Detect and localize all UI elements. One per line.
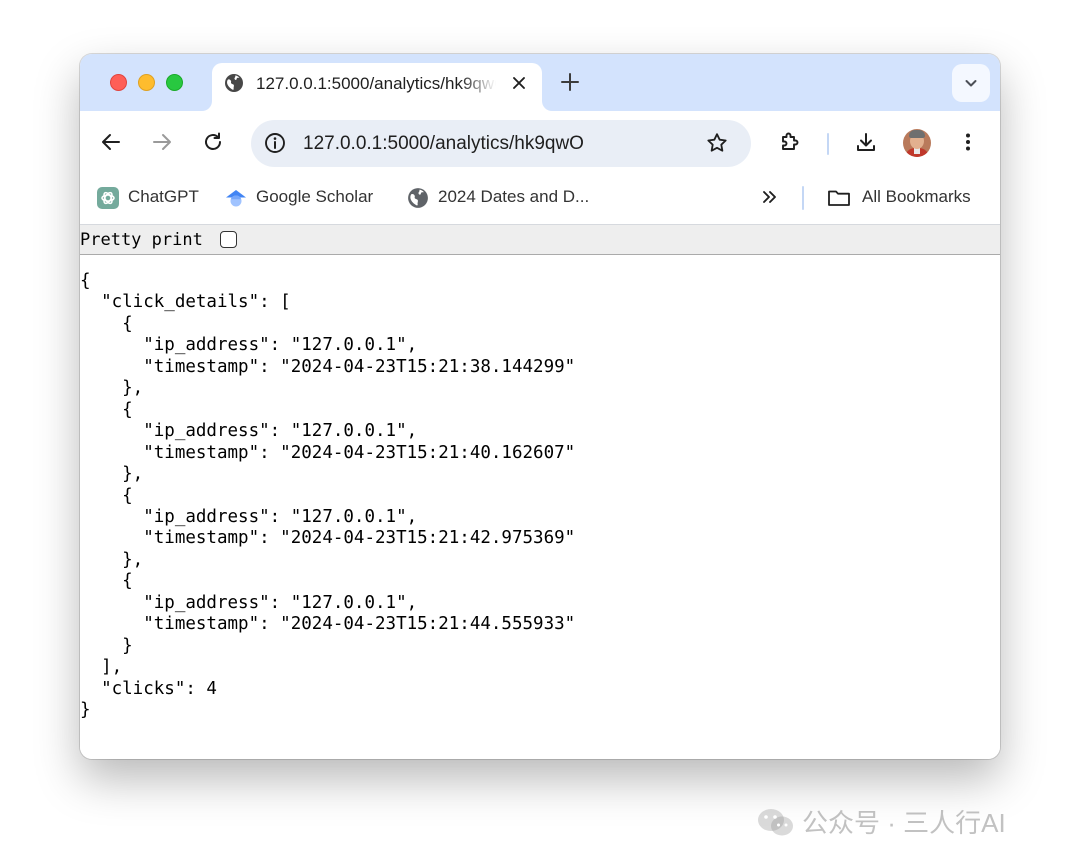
bookmark-2024-dates[interactable]: 2024 Dates and D... [407, 185, 607, 209]
watermark-text: 公众号 · 三人行AI [802, 808, 1006, 838]
bookmark-star-icon[interactable] [705, 131, 729, 155]
scholar-icon [225, 187, 247, 209]
browser-window: 127.0.0.1:5000/analytics/hk9qwO 127.0.0.… [80, 54, 1000, 759]
close-tab-icon[interactable] [508, 72, 530, 94]
all-bookmarks-button[interactable]: All Bookmarks [827, 185, 987, 209]
all-bookmarks-label: All Bookmarks [862, 187, 971, 206]
bookmark-google-scholar[interactable]: Google Scholar [225, 185, 390, 209]
json-response-text: { "click_details": [ { "ip_address": "12… [80, 271, 576, 721]
bookmark-chatgpt[interactable]: ChatGPT [97, 185, 207, 209]
tab-title: 127.0.0.1:5000/analytics/hk9qwO [256, 74, 496, 93]
download-icon[interactable] [854, 130, 878, 154]
bookmark-label: 2024 Dates and D... [438, 187, 590, 206]
zoom-window-button[interactable] [166, 74, 183, 91]
more-menu-icon[interactable] [956, 130, 980, 154]
forward-arrow-icon[interactable] [150, 130, 174, 154]
page-content: { "click_details": [ { "ip_address": "12… [80, 255, 1000, 759]
chatgpt-icon [97, 187, 119, 209]
back-arrow-icon[interactable] [99, 130, 123, 154]
tab-strip: 127.0.0.1:5000/analytics/hk9qwO [80, 54, 1000, 111]
reload-icon[interactable] [201, 130, 225, 154]
tab-search-button[interactable] [952, 64, 990, 102]
chevron-down-icon [965, 80, 977, 87]
pretty-print-label: Pretty print [80, 230, 203, 250]
bookmark-label: Google Scholar [256, 187, 374, 206]
pretty-print-checkbox[interactable] [220, 231, 237, 248]
pretty-print-bar: Pretty print [80, 225, 1000, 255]
folder-icon [827, 187, 850, 209]
address-bar[interactable]: 127.0.0.1:5000/analytics/hk9qwO [251, 120, 751, 167]
minimize-window-button[interactable] [138, 74, 155, 91]
extensions-puzzle-icon[interactable] [778, 130, 802, 154]
close-window-button[interactable] [110, 74, 127, 91]
globe-icon [224, 73, 244, 93]
bookmark-label: ChatGPT [128, 187, 199, 206]
url-text[interactable]: 127.0.0.1:5000/analytics/hk9qwO [303, 132, 584, 155]
new-tab-icon[interactable] [558, 70, 582, 94]
site-info-icon[interactable] [264, 132, 286, 154]
globe-icon [407, 187, 429, 209]
more-bookmarks-chevron-icon[interactable] [760, 187, 780, 207]
toolbar-divider [827, 133, 829, 155]
profile-avatar[interactable] [903, 129, 931, 157]
bookmarks-divider [802, 186, 804, 210]
wechat-icon [756, 806, 796, 840]
active-tab[interactable]: 127.0.0.1:5000/analytics/hk9qwO [212, 63, 542, 111]
navigation-toolbar: 127.0.0.1:5000/analytics/hk9qwO [80, 111, 1000, 173]
bookmarks-bar: ChatGPT Google Scholar 2024 Dates and D.… [80, 173, 1000, 225]
